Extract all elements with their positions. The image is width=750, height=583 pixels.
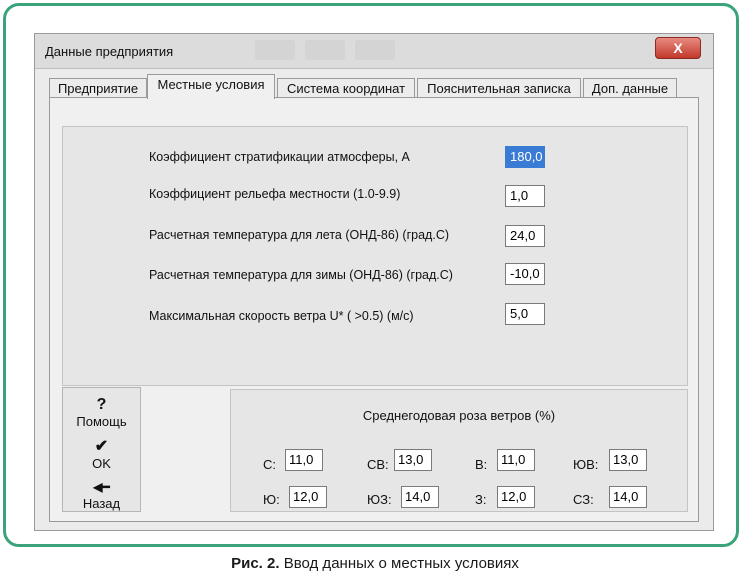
background-icon-ghost [305, 40, 345, 60]
ok-label: OK [92, 456, 111, 471]
wind-label-nw: СЗ: [573, 492, 594, 507]
param-label: Расчетная температура для зимы (ОНД-86) … [149, 268, 453, 282]
wind-s-field[interactable]: 12,0 [289, 486, 327, 508]
tab-explanatory-note[interactable]: Пояснительная записка [417, 78, 581, 98]
figure-caption: Рис. 2. Ввод данных о местных условиях [0, 555, 750, 572]
back-arrow-icon: ◀━ [93, 480, 110, 494]
relief-coefficient-field[interactable]: 1,0 [505, 185, 545, 207]
tab-content: Коэффициент стратификации атмосферы, А 1… [49, 97, 699, 522]
title-bar: Данные предприятия X [35, 34, 713, 69]
wind-n-field[interactable]: 11,0 [285, 449, 323, 471]
wind-label-w: З: [475, 492, 487, 507]
caption-number: Рис. 2. [231, 555, 280, 572]
wind-e-field[interactable]: 11,0 [497, 449, 535, 471]
wind-label-s: Ю: [263, 492, 280, 507]
wind-ne-field[interactable]: 13,0 [394, 449, 432, 471]
navigation-panel: ? Помощь ✔ OK ◀━ Назад [62, 387, 141, 512]
tab-enterprise[interactable]: Предприятие [49, 78, 147, 98]
wind-label-ne: СВ: [367, 457, 389, 472]
param-label: Максимальная скорость ветра U* ( >0.5) (… [149, 309, 414, 323]
help-button[interactable]: ? Помощь [63, 396, 140, 429]
caption-text: Ввод данных о местных условиях [279, 555, 519, 572]
max-wind-speed-field[interactable]: 5,0 [505, 303, 545, 325]
tab-coordinate-system[interactable]: Система координат [277, 78, 415, 98]
wind-sw-field[interactable]: 14,0 [401, 486, 439, 508]
wind-label-n: С: [263, 457, 276, 472]
param-label: Коэффициент стратификации атмосферы, А [149, 150, 410, 164]
question-icon: ? [96, 396, 107, 413]
wind-label-sw: ЮЗ: [367, 492, 392, 507]
dialog-window: Данные предприятия X Предприятие Местные… [34, 33, 714, 531]
window-title: Данные предприятия [45, 44, 174, 59]
help-label: Помощь [76, 414, 127, 429]
back-button[interactable]: ◀━ Назад [63, 478, 140, 511]
back-label: Назад [82, 496, 121, 511]
wind-nw-field[interactable]: 14,0 [609, 486, 647, 508]
checkmark-icon: ✔ [94, 438, 109, 455]
param-label: Коэффициент рельефа местности (1.0-9.9) [149, 187, 401, 201]
wind-label-e: В: [475, 457, 488, 472]
wind-w-field[interactable]: 12,0 [497, 486, 535, 508]
close-button[interactable]: X [655, 37, 701, 59]
background-icon-ghost [355, 40, 395, 60]
wind-rose-panel: Среднегодовая роза ветров (%) С: 11,0 СВ… [230, 389, 688, 512]
tab-local-conditions[interactable]: Местные условия [147, 74, 275, 99]
wind-se-field[interactable]: 13,0 [609, 449, 647, 471]
summer-temperature-field[interactable]: 24,0 [505, 225, 545, 247]
wind-rose-title: Среднегодовая роза ветров (%) [362, 408, 556, 423]
param-label: Расчетная температура для лета (ОНД-86) … [149, 228, 450, 242]
tab-extra-data[interactable]: Доп. данные [583, 78, 677, 98]
ok-button[interactable]: ✔ OK [63, 438, 140, 471]
winter-temperature-field[interactable]: -10,0 [505, 263, 545, 285]
parameters-panel: Коэффициент стратификации атмосферы, А 1… [62, 126, 688, 386]
background-icon-ghost [255, 40, 295, 60]
wind-label-se: ЮВ: [573, 457, 599, 472]
stratification-coefficient-field[interactable]: 180,0 [505, 146, 545, 168]
